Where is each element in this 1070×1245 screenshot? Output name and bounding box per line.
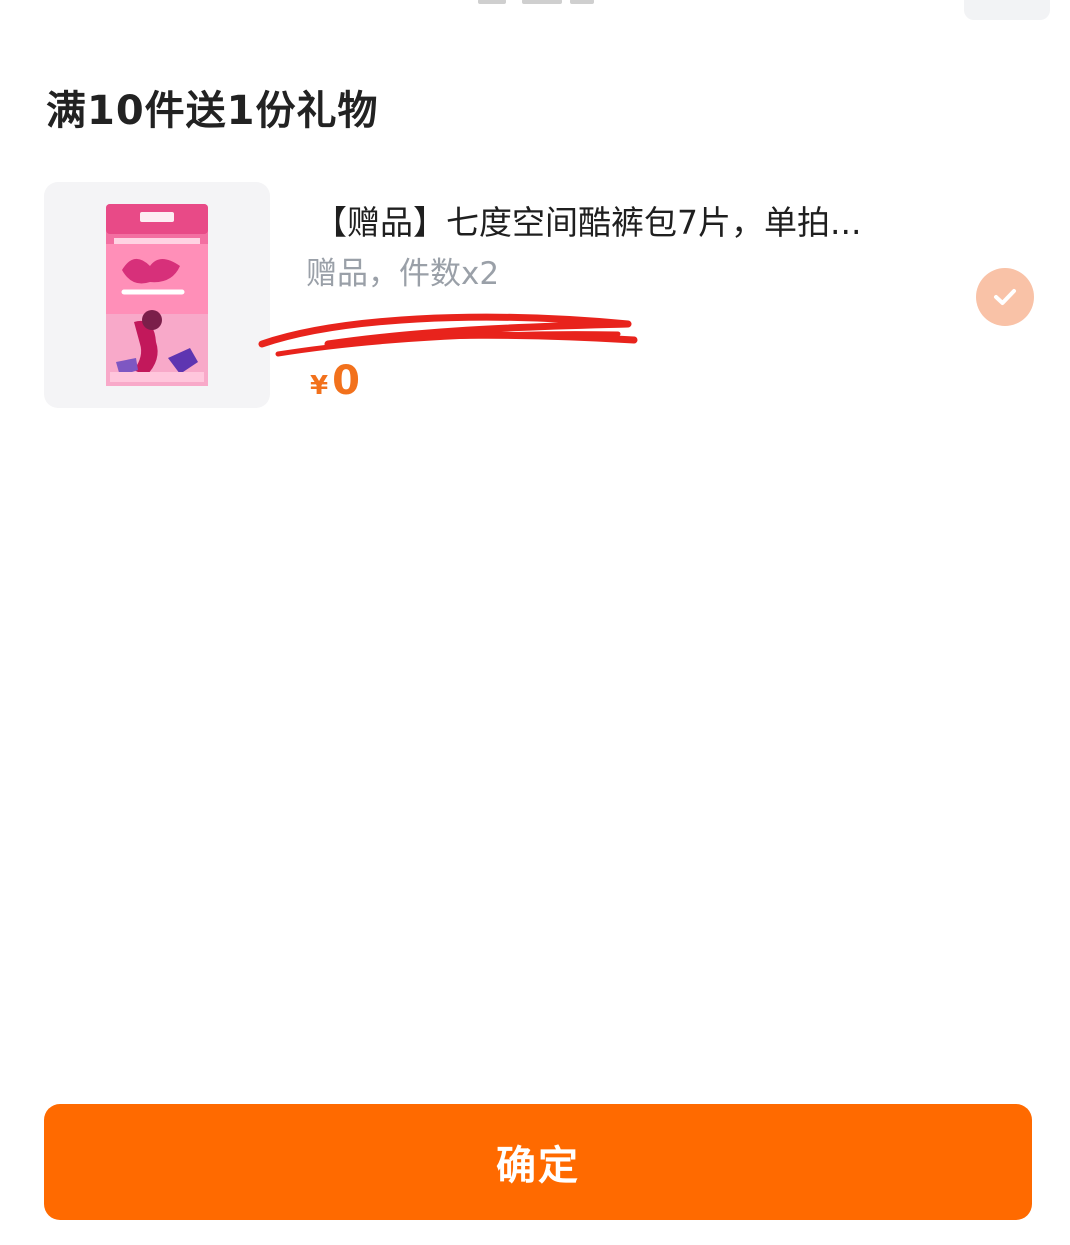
gift-title: 【赠品】七度空间酷裤包7片，单拍... <box>314 203 862 242</box>
close-button[interactable] <box>964 0 1050 20</box>
product-package-image <box>106 204 208 386</box>
price-amount: 0 <box>332 358 360 404</box>
selected-check-icon[interactable] <box>976 268 1034 326</box>
product-thumbnail <box>44 182 270 408</box>
gift-meta: 赠品，件数x2 <box>306 256 500 292</box>
checkmark-icon <box>994 289 1016 305</box>
gift-price: ¥0 <box>310 358 360 404</box>
redaction-scribble <box>258 313 638 357</box>
gift-selection-sheet: 满10件送1份礼物 【赠品】七度空间酷裤包7片，单拍... 赠品，件数x2 ¥ … <box>0 0 1070 1245</box>
section-title: 满10件送1份礼物 <box>46 88 379 134</box>
price-currency: ¥ <box>310 371 329 401</box>
gift-list-item[interactable]: 【赠品】七度空间酷裤包7片，单拍... 赠品，件数x2 ¥0 <box>44 182 1034 410</box>
confirm-button[interactable]: 确定 <box>44 1104 1032 1220</box>
sheet-title-cutoff <box>470 0 600 4</box>
